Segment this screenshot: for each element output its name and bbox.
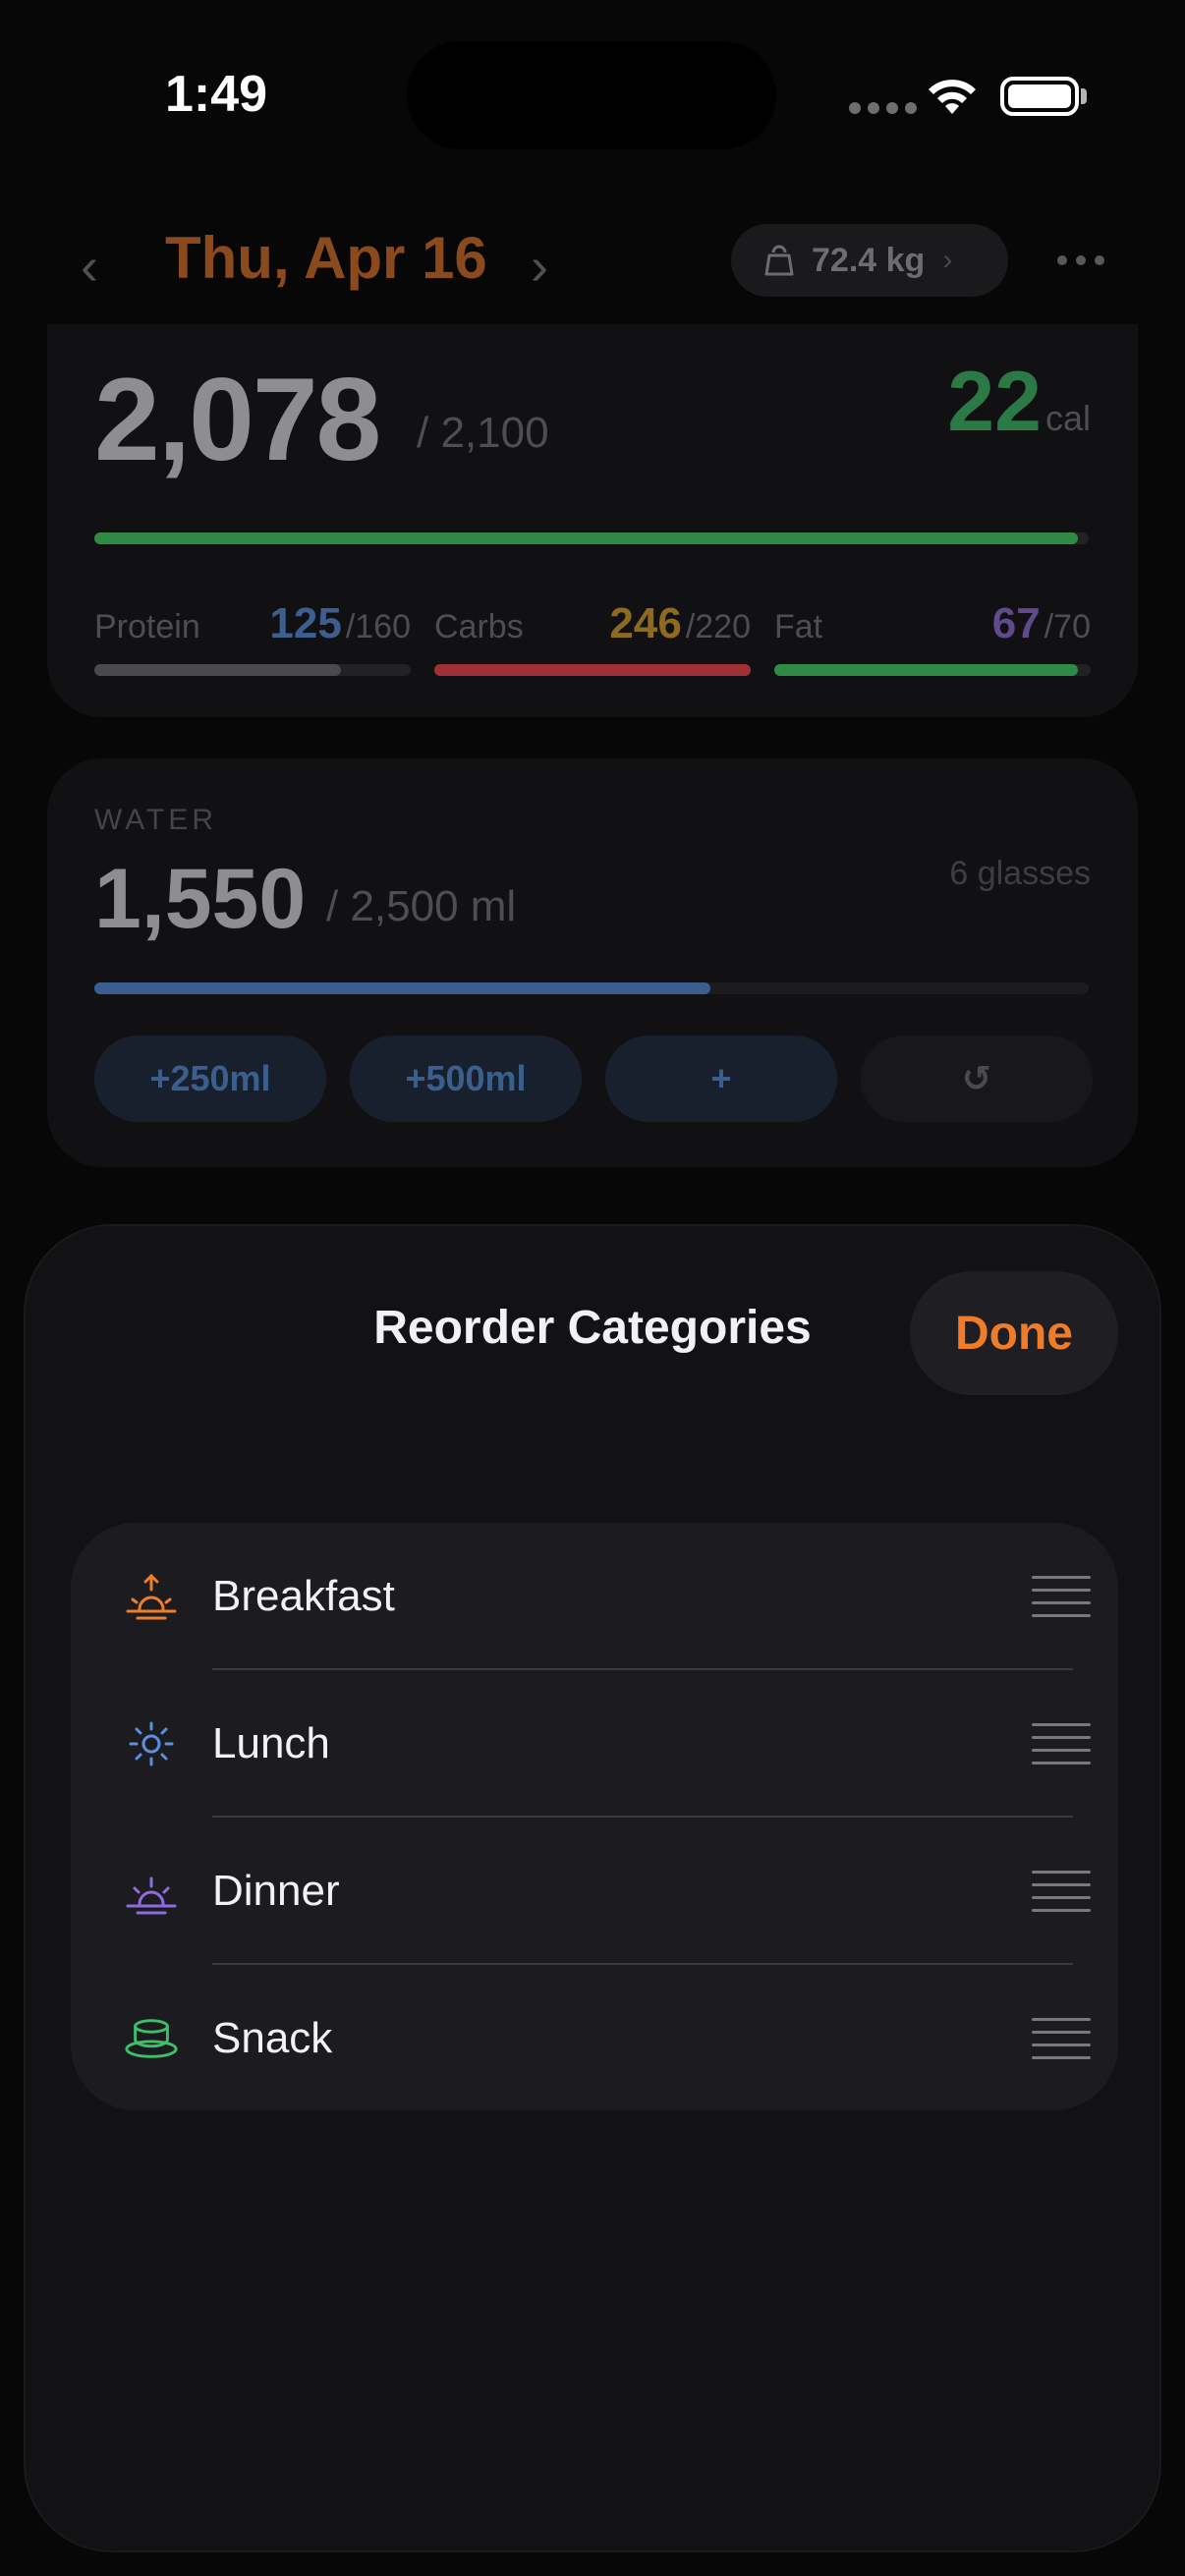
macro-label: Fat bbox=[774, 608, 823, 645]
macro-protein: Protein 125 /160 bbox=[94, 599, 411, 676]
category-label: Dinner bbox=[212, 1867, 340, 1915]
dynamic-island bbox=[407, 41, 776, 149]
sunset-icon bbox=[124, 1864, 179, 1919]
sun-icon bbox=[124, 1716, 179, 1771]
category-row-breakfast[interactable]: Breakfast bbox=[71, 1523, 1118, 1670]
calorie-progress-bar bbox=[94, 532, 1089, 544]
category-row-snack[interactable]: Snack bbox=[71, 1965, 1118, 2110]
water-progress-bar bbox=[94, 982, 1089, 994]
macro-goal: /70 bbox=[1044, 608, 1091, 645]
cellular-signal-icon bbox=[849, 102, 917, 114]
cup-icon bbox=[124, 2011, 179, 2066]
calories-goal: / 2,100 bbox=[417, 409, 549, 457]
macro-carbs: Carbs 246 /220 bbox=[434, 599, 751, 676]
add-500ml-button[interactable]: +500ml bbox=[350, 1036, 582, 1122]
macro-value: 125 bbox=[269, 599, 342, 647]
macro-goal: /220 bbox=[685, 608, 751, 645]
water-label: WATER bbox=[94, 804, 217, 836]
category-list: Breakfast Lunch Dinner Snack bbox=[71, 1523, 1118, 2110]
more-icon[interactable] bbox=[1057, 255, 1104, 265]
macro-progress-bar bbox=[774, 664, 1091, 676]
battery-tip bbox=[1081, 88, 1087, 104]
next-day-icon[interactable]: › bbox=[531, 236, 548, 297]
category-row-dinner[interactable]: Dinner bbox=[71, 1818, 1118, 1965]
calories-remaining-value: 22 bbox=[947, 355, 1042, 449]
background-content: 1:49 ‹ Thu, Apr 16 › 72.4 kg › 2,078 / 2… bbox=[0, 0, 1185, 1218]
macro-value: 246 bbox=[609, 599, 682, 647]
macro-fat: Fat 67 /70 bbox=[774, 599, 1091, 676]
calories-remaining-unit: cal bbox=[1044, 398, 1091, 438]
undo-water-button[interactable]: ↺ bbox=[861, 1036, 1093, 1122]
water-card: WATER 1,550 / 2,500 ml 6 glasses +250ml … bbox=[47, 758, 1138, 1167]
calories-consumed: 2,078 bbox=[94, 354, 381, 485]
battery-icon bbox=[1000, 77, 1079, 116]
add-250ml-button[interactable]: +250ml bbox=[94, 1036, 326, 1122]
screen: 1:49 ‹ Thu, Apr 16 › 72.4 kg › 2,078 / 2… bbox=[0, 0, 1185, 2576]
drag-handle-icon[interactable] bbox=[1032, 2018, 1091, 2059]
macro-label: Carbs bbox=[434, 608, 524, 645]
previous-day-icon[interactable]: ‹ bbox=[81, 236, 98, 297]
macro-progress-bar bbox=[434, 664, 751, 676]
category-label: Breakfast bbox=[212, 1572, 395, 1620]
water-amount: 1,550 bbox=[94, 852, 307, 946]
drag-handle-icon[interactable] bbox=[1032, 1723, 1091, 1764]
macro-value: 67 bbox=[991, 599, 1041, 647]
done-button[interactable]: Done bbox=[910, 1271, 1118, 1395]
drag-handle-icon[interactable] bbox=[1032, 1871, 1091, 1912]
macro-progress-bar bbox=[94, 664, 411, 676]
category-label: Snack bbox=[212, 2014, 333, 2062]
category-label: Lunch bbox=[212, 1719, 330, 1767]
weight-value: 72.4 kg bbox=[812, 241, 926, 279]
water-goal: / 2,500 ml bbox=[326, 882, 517, 930]
sunrise-icon bbox=[124, 1569, 179, 1624]
chevron-right-icon: › bbox=[942, 244, 953, 276]
calorie-card: 2,078 / 2,100 22 cal Protein 125 /160 Ca… bbox=[47, 324, 1138, 717]
calories-remaining: 22 cal bbox=[947, 354, 1091, 451]
macro-goal: /160 bbox=[345, 608, 411, 645]
weight-button[interactable]: 72.4 kg › bbox=[731, 224, 1008, 297]
category-row-lunch[interactable]: Lunch bbox=[71, 1670, 1118, 1818]
wifi-icon bbox=[924, 75, 981, 123]
macro-label: Protein bbox=[94, 608, 200, 645]
date-title[interactable]: Thu, Apr 16 bbox=[165, 224, 487, 292]
reorder-sheet: Reorder Categories Done Breakfast Lunch … bbox=[24, 1224, 1161, 2552]
water-glasses: 6 glasses bbox=[949, 855, 1091, 892]
scale-icon bbox=[764, 245, 794, 276]
drag-handle-icon[interactable] bbox=[1032, 1576, 1091, 1617]
add-custom-water-button[interactable]: + bbox=[605, 1036, 837, 1122]
status-time: 1:49 bbox=[165, 66, 268, 123]
